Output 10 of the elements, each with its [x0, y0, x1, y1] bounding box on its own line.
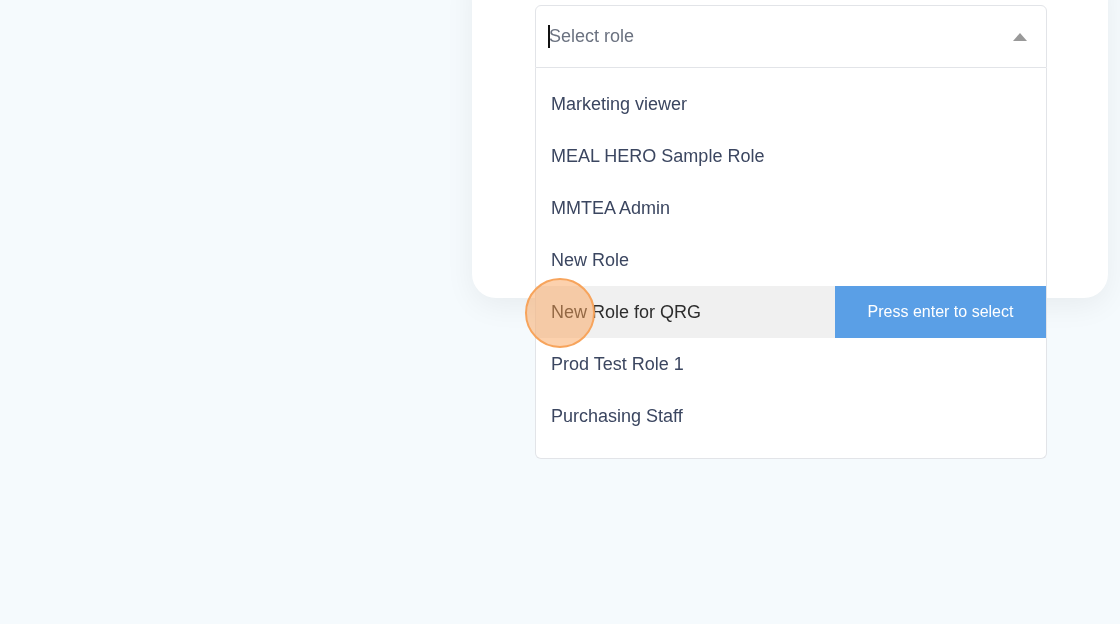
role-select-field[interactable]: Select role	[535, 5, 1047, 68]
caret-icon	[1013, 33, 1027, 41]
role-option[interactable]: Prod Test Role 1	[536, 338, 1046, 390]
select-hint: Press enter to select	[835, 286, 1046, 338]
text-cursor	[548, 25, 550, 48]
role-option[interactable]: Marketing viewer	[536, 78, 1046, 130]
role-option[interactable]: New Role	[536, 234, 1046, 286]
role-option[interactable]: MMTEA Admin	[536, 182, 1046, 234]
role-option[interactable]: Purchasing Staff	[536, 390, 1046, 442]
role-option[interactable]: MEAL HERO Sample Role	[536, 130, 1046, 182]
